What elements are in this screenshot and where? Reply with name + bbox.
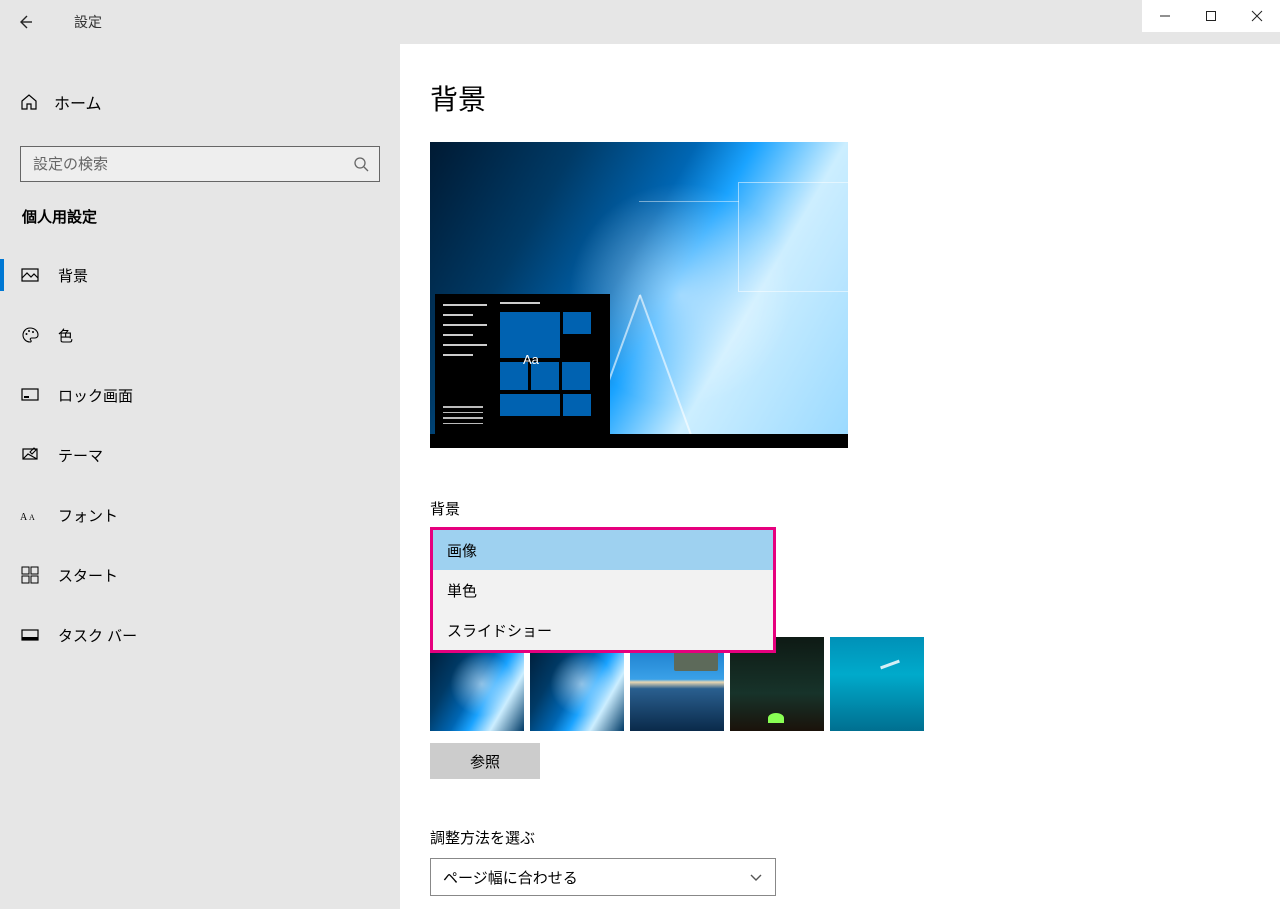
category-heading: 個人用設定 — [0, 206, 400, 245]
window-controls — [1142, 0, 1280, 32]
sidebar-item-label: スタート — [58, 565, 118, 586]
svg-text:A: A — [20, 512, 28, 523]
fit-select[interactable]: ページ幅に合わせる — [430, 858, 776, 896]
dropdown-option-picture[interactable]: 画像 — [433, 530, 773, 570]
home-icon — [20, 93, 38, 111]
arrow-left-icon — [16, 13, 34, 31]
fit-select-value: ページ幅に合わせる — [443, 867, 578, 888]
sidebar-item-label: フォント — [58, 505, 118, 526]
close-icon — [1251, 10, 1263, 22]
search-icon — [353, 156, 369, 172]
taskbar-icon — [20, 626, 40, 644]
settings-window: 設定 ホーム 個人用設定 — [0, 0, 1280, 909]
lockscreen-icon — [20, 386, 40, 404]
search-box[interactable] — [20, 146, 380, 182]
window-title: 設定 — [74, 12, 102, 32]
dropdown-option-solid[interactable]: 単色 — [433, 570, 773, 610]
palette-icon — [20, 326, 40, 344]
nav-list: 背景 色 ロック画面 テーマ AA フォント — [0, 245, 400, 665]
sidebar-item-label: テーマ — [58, 445, 103, 466]
font-icon: AA — [20, 507, 40, 523]
svg-text:A: A — [29, 513, 35, 522]
preview-sample-text: Aa — [523, 352, 539, 367]
browse-button[interactable]: 参照 — [430, 743, 540, 779]
sidebar-item-label: 色 — [58, 325, 73, 346]
minimize-button[interactable] — [1142, 0, 1188, 32]
page-title: 背景 — [430, 78, 1256, 118]
picture-icon — [20, 266, 40, 284]
sidebar-item-themes[interactable]: テーマ — [0, 425, 400, 485]
sidebar: ホーム 個人用設定 背景 色 ロック画面 — [0, 44, 400, 909]
sidebar-item-fonts[interactable]: AA フォント — [0, 485, 400, 545]
thumbnail-5[interactable] — [830, 637, 924, 731]
close-button[interactable] — [1234, 0, 1280, 32]
dropdown-option-slideshow[interactable]: スライドショー — [433, 610, 773, 650]
window-body: ホーム 個人用設定 背景 色 ロック画面 — [0, 44, 1280, 909]
sidebar-item-background[interactable]: 背景 — [0, 245, 400, 305]
maximize-button[interactable] — [1188, 0, 1234, 32]
fit-label: 調整方法を選ぶ — [430, 827, 1256, 848]
home-label: ホーム — [54, 90, 102, 114]
back-button[interactable] — [0, 0, 50, 44]
background-label: 背景 — [430, 498, 1256, 519]
sidebar-item-colors[interactable]: 色 — [0, 305, 400, 365]
background-type-dropdown[interactable]: 画像 単色 スライドショー — [430, 527, 776, 653]
desktop-preview: Aa — [430, 142, 848, 448]
titlebar: 設定 — [0, 0, 1280, 44]
home-link[interactable]: ホーム — [0, 72, 400, 132]
sidebar-item-label: ロック画面 — [58, 385, 133, 406]
sidebar-item-taskbar[interactable]: タスク バー — [0, 605, 400, 665]
content-pane: 背景 — [400, 44, 1280, 909]
chevron-down-icon — [749, 870, 763, 884]
minimize-icon — [1159, 10, 1171, 22]
theme-icon — [20, 446, 40, 464]
maximize-icon — [1205, 10, 1217, 22]
sidebar-item-start[interactable]: スタート — [0, 545, 400, 605]
sidebar-item-label: タスク バー — [58, 625, 137, 646]
sidebar-item-label: 背景 — [58, 265, 88, 286]
start-icon — [20, 566, 40, 584]
search-input[interactable] — [31, 155, 353, 174]
sidebar-item-lockscreen[interactable]: ロック画面 — [0, 365, 400, 425]
